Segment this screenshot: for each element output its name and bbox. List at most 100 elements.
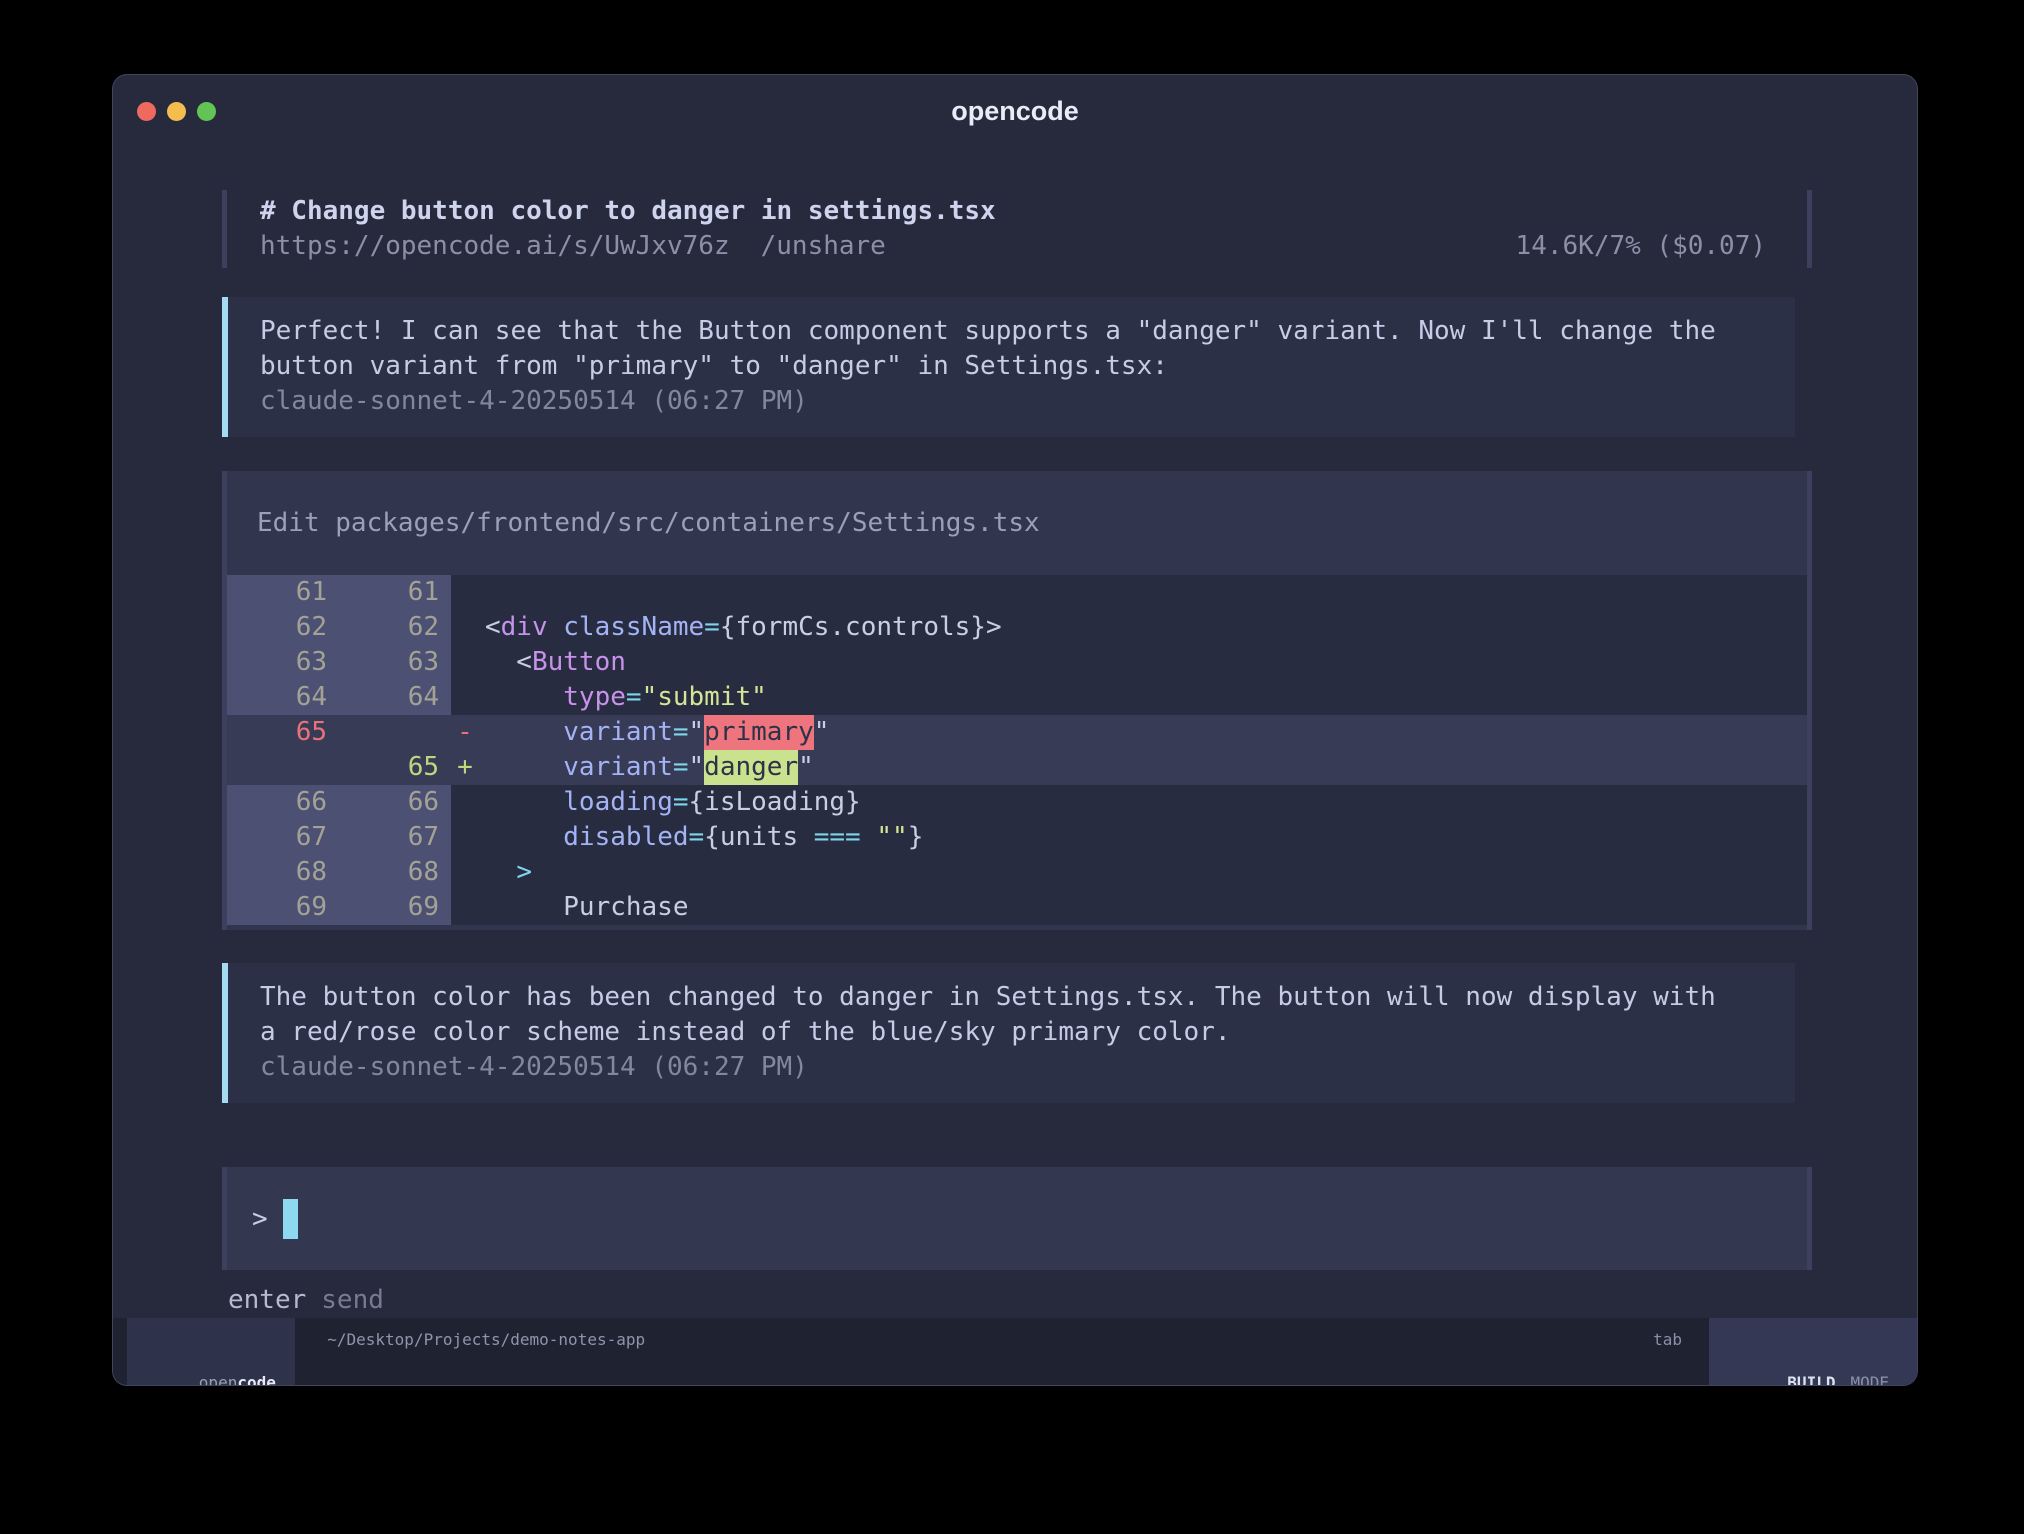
diff-row: 6767 disabled={units === ""} [227,820,1807,855]
old-line-number: 66 [227,785,339,820]
new-line-number: 62 [339,610,451,645]
old-line-number: 62 [227,610,339,645]
code-line: loading={isLoading} [479,785,1807,820]
code-token: "" [876,822,907,852]
app-window: opencode # Change button color to danger… [113,75,1917,1385]
assistant-message: The button color has been changed to dan… [222,963,1795,1103]
code-line: type="submit" [479,680,1807,715]
code-token: > [516,857,532,887]
code-token: Button [532,647,626,677]
message-line: a red/rose color scheme instead of the b… [260,1015,1755,1050]
code-line: variant="danger" [479,750,1807,785]
diff-row: 6969 Purchase [227,890,1807,925]
code-line: <div className={formCs.controls}> [479,610,1807,645]
old-line-number: 63 [227,645,339,680]
mode-chip: BUILD MODE [1709,1318,1917,1385]
new-line-number: 61 [339,575,451,610]
diff-row: 6161 [227,575,1807,610]
code-token: < [485,647,532,677]
code-token: = [626,682,642,712]
diff-row: 65- variant="primary" [227,715,1807,750]
diff-marker: + [451,750,479,785]
help-row: enter send Anthropic Claude Sonnet 4 [222,1283,1812,1318]
old-line-number: 65 [227,715,339,750]
app-version-chip: opencode v0.3.11 [127,1318,295,1385]
edit-tool-card: Edit packages/frontend/src/containers/Se… [222,471,1812,930]
app-name-code: code [237,1373,276,1385]
code-token: " [689,717,705,747]
working-directory: ~/Desktop/Projects/demo-notes-app [327,1318,645,1385]
old-line-number: 64 [227,680,339,715]
code-token: = [673,752,689,782]
message-line: The button color has been changed to dan… [260,980,1755,1015]
session-title: # Change button color to danger in setti… [260,194,996,229]
code-token: {formCs.controls} [720,612,986,642]
code-token: === [814,822,861,852]
minimize-button[interactable] [167,102,186,121]
enter-key-hint: enter [228,1283,306,1318]
message-line: button variant from "primary" to "danger… [260,349,1755,384]
message-line: Perfect! I can see that the Button compo… [260,314,1755,349]
assistant-message: Perfect! I can see that the Button compo… [222,297,1795,437]
message-model-timestamp: claude-sonnet-4-20250514 (06:27 PM) [260,384,1755,419]
code-token: variant [563,717,673,747]
message-text: Perfect! I can see that the Button compo… [260,314,1755,384]
text-cursor [283,1199,298,1239]
code-token: " [798,752,814,782]
code-line: disabled={units === ""} [479,820,1807,855]
diff-row: 65+ variant="danger" [227,750,1807,785]
diff-row: 6868 > [227,855,1807,890]
old-line-number: 68 [227,855,339,890]
code-token [548,612,564,642]
diff-marker: - [451,715,479,750]
code-token: } [908,822,924,852]
session-header: # Change button color to danger in setti… [222,190,1812,268]
code-token: div [501,612,548,642]
code-token: Purchase [485,892,689,922]
code-token: loading [563,787,673,817]
model-indicator: Anthropic Claude Sonnet 4 [1418,1283,1793,1318]
main-content: # Change button color to danger in setti… [113,147,1917,1318]
code-line [479,575,1807,610]
zoom-button[interactable] [197,102,216,121]
close-button[interactable] [137,102,156,121]
diff-row: 6262 <div className={formCs.controls}> [227,610,1807,645]
unshare-command[interactable]: /unshare [761,229,886,264]
app-name-open: open [199,1373,238,1385]
diff-marker [451,610,479,645]
mode-name: BUILD [1787,1373,1835,1385]
old-line-number: 67 [227,820,339,855]
diff-marker [451,820,479,855]
window-title: opencode [951,96,1079,127]
mode-label: MODE [1850,1373,1889,1385]
new-line-number: 63 [339,645,451,680]
code-token: < [485,612,501,642]
diff-view: 61616262<div className={formCs.controls}… [227,575,1807,925]
diff-row: 6464 type="submit" [227,680,1807,715]
code-token: = [689,822,705,852]
code-token [861,822,877,852]
new-line-number: 64 [339,680,451,715]
prompt-input[interactable]: > [222,1167,1812,1270]
message-text: The button color has been changed to dan… [260,980,1755,1050]
share-url-link[interactable]: https://opencode.ai/s/UwJxv76z [260,229,730,264]
new-line-number: 67 [339,820,451,855]
new-line-number: 65 [339,750,451,785]
code-token: className [563,612,704,642]
code-token: variant [563,752,673,782]
code-token: "submit" [642,682,767,712]
diff-marker [451,680,479,715]
old-line-number: 61 [227,575,339,610]
tab-key-hint: tab [1653,1318,1682,1385]
new-line-number: 69 [339,890,451,925]
code-token [485,822,563,852]
code-token: " [814,717,830,747]
diff-row: 6666 loading={isLoading} [227,785,1807,820]
code-token [485,682,563,712]
code-token: = [673,717,689,747]
code-token [485,717,563,747]
code-token [485,752,563,782]
prompt-symbol: > [252,1204,268,1234]
new-line-number [339,715,451,750]
send-action-label: send [321,1283,384,1318]
